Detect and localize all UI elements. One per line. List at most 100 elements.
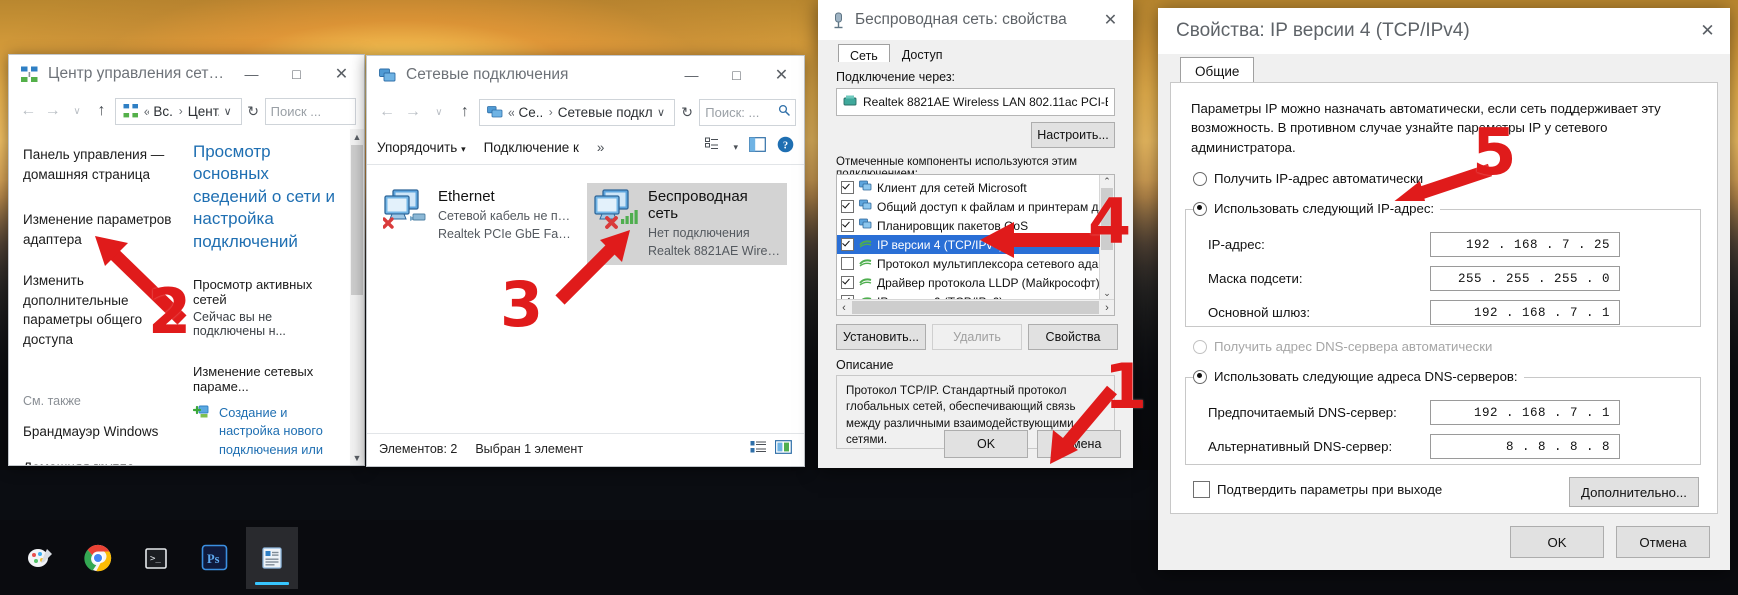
search-icon[interactable] — [778, 103, 790, 121]
see-also-item-firewall[interactable]: Брандмауэр Windows — [23, 424, 177, 439]
use-following-ip-radio[interactable]: Использовать следующий IP-адрес: — [1193, 201, 1441, 216]
minimize-button[interactable]: — — [229, 55, 274, 93]
setup-new-connection-link[interactable]: Создание и настройка нового подключения … — [192, 404, 344, 465]
search-box[interactable]: Поиск: ... — [699, 98, 797, 126]
forward-button[interactable]: → — [41, 98, 63, 124]
minimize-button[interactable]: — — [669, 56, 714, 94]
connect-to-menu[interactable]: Подключение к — [484, 140, 579, 155]
cancel-button[interactable]: Отмена — [1037, 430, 1121, 458]
ethernet-connection-item[interactable]: Ethernet Сетевой кабель не подк... Realt… — [377, 183, 577, 265]
breadcrumb-caret-icon[interactable]: ∨ — [219, 105, 237, 118]
search-input[interactable]: Поиск ... — [271, 104, 350, 119]
radio-button[interactable] — [1193, 369, 1207, 384]
ok-button[interactable]: OK — [944, 430, 1028, 458]
close-button[interactable]: ✕ — [1088, 0, 1133, 40]
up-button[interactable]: ↑ — [453, 99, 477, 125]
close-button[interactable]: ✕ — [319, 55, 364, 93]
paint-3d-icon[interactable] — [14, 527, 66, 589]
view-chevron-down-icon[interactable]: ▾ — [733, 142, 738, 153]
photoshop-icon[interactable]: Ps — [188, 527, 240, 589]
checkbox[interactable] — [1193, 481, 1210, 498]
breadcrumb-segment-1[interactable]: Вс... — [153, 104, 173, 119]
breadcrumb[interactable]: « Вс... › Цент... ∨ — [114, 97, 242, 125]
history-dropdown-icon[interactable]: ∨ — [66, 98, 88, 124]
window-network-connections[interactable]: Сетевые подключения — □ ✕ ← → ∨ ↑ « Се — [366, 55, 805, 467]
tile-view-icon[interactable] — [774, 440, 792, 457]
listbox-horizontal-scrollbar[interactable]: ‹ › — [837, 299, 1114, 315]
forward-button[interactable]: → — [401, 99, 425, 125]
tab-general[interactable]: Общие — [1180, 57, 1255, 85]
titlebar[interactable]: Свойства: IP версии 4 (TCP/IPv4) ✕ — [1158, 8, 1730, 54]
control-panel-home-link[interactable]: Панель управления — домашняя страница — [23, 145, 177, 184]
more-commands-button[interactable]: » — [597, 140, 605, 155]
refresh-button[interactable]: ↻ — [244, 103, 263, 120]
refresh-button[interactable]: ↻ — [677, 104, 697, 121]
google-chrome-icon[interactable] — [72, 527, 124, 589]
component-row-lldp[interactable]: Драйвер протокола LLDP (Майкрософт) — [837, 273, 1100, 292]
breadcrumb[interactable]: « Се... › Сетевые подкл... ∨ — [478, 98, 676, 126]
checkbox[interactable] — [841, 238, 854, 251]
component-row-ipv6[interactable]: IP версии 6 (TCP/IPv6) — [837, 292, 1100, 299]
search-input[interactable]: Поиск: ... — [705, 105, 774, 120]
properties-button[interactable]: Свойства — [1028, 324, 1118, 350]
titlebar[interactable]: Сетевые подключения — □ ✕ — [367, 56, 804, 94]
preview-pane-icon[interactable] — [749, 137, 766, 157]
view-options-icon[interactable] — [705, 137, 722, 157]
ipv4-component-row[interactable]: IP версии 4 (TCP/IPv4) — [837, 235, 1100, 254]
window-network-sharing-center[interactable]: Центр управления сетями и об... — □ ✕ ← … — [8, 54, 365, 466]
dialog-wireless-properties[interactable]: Беспроводная сеть: свойства ✕ Сеть Досту… — [818, 0, 1133, 468]
install-button[interactable]: Установить... — [836, 324, 926, 350]
vertical-scrollbar[interactable]: ▲ ▼ — [350, 129, 364, 465]
component-row-client[interactable]: Клиент для сетей Microsoft — [837, 178, 1100, 197]
help-icon[interactable]: ? — [777, 136, 794, 158]
organize-menu[interactable]: Упорядочить ▾ — [377, 140, 466, 155]
default-gateway-input[interactable]: 192 . 168 . 7 . 1 — [1430, 300, 1620, 325]
breadcrumb-caret-icon[interactable]: ∨ — [652, 106, 670, 119]
network-settings-icon[interactable] — [246, 526, 298, 589]
components-listbox[interactable]: Клиент для сетей Microsoft Общий доступ … — [836, 174, 1115, 316]
search-box[interactable]: Поиск ... — [264, 97, 357, 125]
close-button[interactable]: ✕ — [1685, 8, 1730, 54]
close-button[interactable]: ✕ — [759, 56, 804, 94]
list-view-icon[interactable] — [750, 440, 767, 457]
checkbox[interactable] — [841, 181, 854, 194]
cancel-button[interactable]: Отмена — [1616, 526, 1710, 558]
radio-button[interactable] — [1193, 201, 1207, 216]
checkbox[interactable] — [841, 200, 854, 213]
checkbox[interactable] — [841, 257, 854, 270]
maximize-button[interactable]: □ — [714, 56, 759, 94]
up-button[interactable]: ↑ — [90, 98, 112, 124]
back-button[interactable]: ← — [17, 98, 39, 124]
back-button[interactable]: ← — [375, 99, 399, 125]
breadcrumb-segment-2[interactable]: Цент... — [188, 104, 219, 119]
maximize-button[interactable]: □ — [274, 55, 319, 93]
wireless-connection-item[interactable]: Беспроводная сеть Нет подключения Realte… — [587, 183, 787, 266]
scrollbar-thumb[interactable] — [351, 145, 363, 295]
subnet-mask-input[interactable]: 255 . 255 . 255 . 0 — [1430, 266, 1620, 291]
history-dropdown-icon[interactable]: ∨ — [427, 99, 451, 125]
component-row-multiplexor[interactable]: Протокол мультиплексора сетевого адаптер… — [837, 254, 1100, 273]
file-explorer-icon[interactable]: >_ — [130, 527, 182, 589]
titlebar[interactable]: Беспроводная сеть: свойства ✕ — [818, 0, 1133, 40]
dialog-ipv4-properties[interactable]: Свойства: IP версии 4 (TCP/IPv4) ✕ Общие… — [1158, 8, 1730, 570]
component-row-qos[interactable]: Планировщик пакетов QoS — [837, 216, 1100, 235]
breadcrumb-segment-1[interactable]: Се... — [518, 105, 543, 120]
obtain-ip-auto-option[interactable]: Получить IP-адрес автоматически — [1193, 171, 1423, 186]
scroll-left-button[interactable]: ‹ — [837, 302, 851, 314]
scrollbar-thumb[interactable] — [852, 301, 1099, 314]
validate-settings-option[interactable]: Подтвердить параметры при выходе — [1193, 481, 1442, 498]
titlebar[interactable]: Центр управления сетями и об... — □ ✕ — [9, 55, 364, 93]
change-adapter-settings-link[interactable]: Изменение параметров адаптера — [23, 210, 177, 249]
checkbox[interactable] — [841, 276, 854, 289]
use-following-dns-radio[interactable]: Использовать следующие адреса DNS-сервер… — [1193, 369, 1524, 384]
checkbox[interactable] — [841, 219, 854, 232]
scroll-down-button[interactable]: ⌄ — [1100, 288, 1114, 299]
scroll-right-button[interactable]: › — [1100, 302, 1114, 314]
scroll-up-button[interactable]: ▲ — [350, 129, 364, 144]
scroll-down-button[interactable]: ▼ — [350, 450, 364, 465]
component-row-file-sharing[interactable]: Общий доступ к файлам и принтерам для се… — [837, 197, 1100, 216]
radio-button[interactable] — [1193, 171, 1207, 186]
see-also-item-homegroup[interactable]: Домашняя группа — [23, 460, 177, 466]
ok-button[interactable]: OK — [1510, 526, 1604, 558]
advanced-button[interactable]: Дополнительно... — [1569, 477, 1699, 507]
